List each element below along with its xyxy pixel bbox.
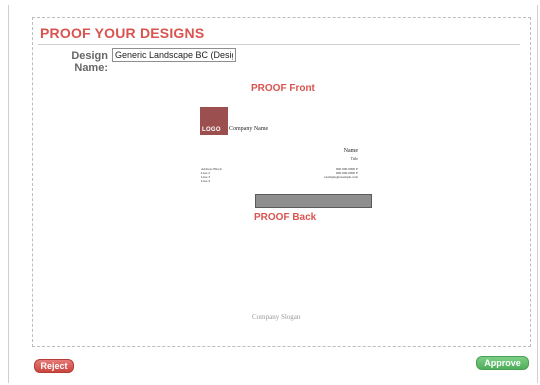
design-name-field[interactable]	[112, 48, 236, 62]
business-card-front: LOGO Company Name Name Title Address Blo…	[200, 104, 372, 194]
logo-text: LOGO	[202, 127, 221, 133]
company-slogan: Company Slogan	[252, 313, 301, 321]
address-line: Line 4	[201, 179, 211, 183]
logo-image: LOGO	[200, 107, 228, 135]
design-name-label: Design Name:	[71, 50, 108, 74]
approve-button[interactable]: Approve	[476, 356, 529, 370]
title-divider	[38, 44, 520, 45]
contact-line: example@example.com	[324, 175, 358, 179]
person-title: Title	[350, 156, 358, 161]
person-name: Name	[343, 148, 358, 154]
company-name: Company Name	[229, 126, 269, 132]
proof-front-heading: PROOF Front	[251, 83, 315, 94]
page-title: PROOF YOUR DESIGNS	[40, 25, 205, 41]
proof-back-heading: PROOF Back	[254, 212, 317, 223]
card-back-preview	[255, 194, 372, 208]
reject-button[interactable]: Reject	[34, 359, 74, 373]
